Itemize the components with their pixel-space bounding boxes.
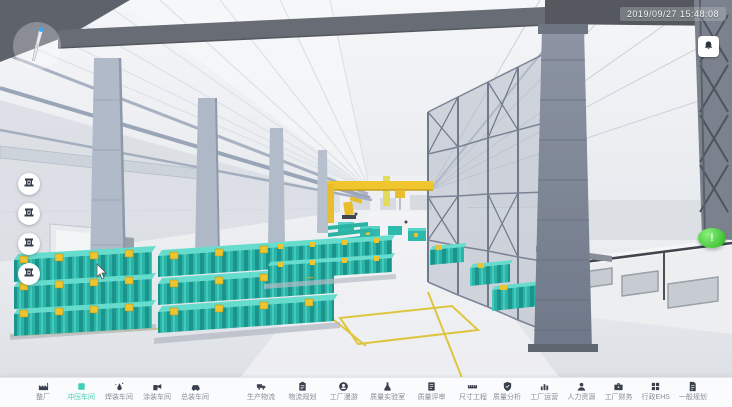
tab-quality-analysis[interactable]: 质量分析 bbox=[492, 381, 522, 402]
press-station-button-2[interactable] bbox=[18, 203, 40, 225]
tab-label: 生产物流 bbox=[247, 393, 275, 402]
tab-label: 工厂运营 bbox=[530, 393, 558, 402]
tab-whole-plant[interactable]: 整厂 bbox=[28, 381, 58, 402]
tab-painting-workshop[interactable]: 涂装车间 bbox=[142, 381, 172, 402]
roam-person-icon bbox=[338, 381, 349, 392]
alert-label: ! bbox=[710, 232, 714, 244]
press-station-button-4[interactable] bbox=[18, 263, 40, 285]
tab-label: 整厂 bbox=[36, 393, 50, 402]
tab-label: 冲压车间 bbox=[67, 393, 95, 402]
tab-factory-finance[interactable]: 工厂财务 bbox=[604, 381, 634, 402]
tab-label: 总装车间 bbox=[181, 393, 209, 402]
tab-label: 质量实验室 bbox=[370, 393, 405, 402]
tab-admin-ehs[interactable]: 行政EHS bbox=[641, 381, 671, 402]
ruler-icon bbox=[467, 381, 478, 392]
tab-label: 质量分析 bbox=[493, 393, 521, 402]
document-icon bbox=[687, 381, 698, 392]
tab-welding-workshop[interactable]: 焊装车间 bbox=[104, 381, 134, 402]
tab-label: 尺寸工程 bbox=[459, 393, 487, 402]
tab-label: 涂装车间 bbox=[143, 393, 171, 402]
stamping-workshop-icon bbox=[76, 381, 87, 392]
flask-icon bbox=[382, 381, 393, 392]
press-station-button-1[interactable] bbox=[18, 173, 40, 195]
compass-widget[interactable] bbox=[12, 21, 62, 71]
briefcase-icon bbox=[613, 381, 624, 392]
app-window: 2019/09/27 15:48:08 ! 整厂 冲压车 bbox=[0, 0, 732, 407]
tab-label: 行政EHS bbox=[642, 393, 670, 402]
press-machine-icon bbox=[23, 237, 35, 252]
assembly-workshop-icon bbox=[190, 381, 201, 392]
press-machine-icon bbox=[23, 177, 35, 192]
tab-production-logistics[interactable]: 生产物流 bbox=[246, 381, 276, 402]
shield-icon bbox=[502, 381, 513, 392]
tab-quality-review[interactable]: 质量评审 bbox=[417, 381, 447, 402]
grid-icon bbox=[650, 381, 661, 392]
tab-label: 物流规划 bbox=[288, 393, 316, 402]
clipboard-icon bbox=[297, 381, 308, 392]
welding-workshop-icon bbox=[114, 381, 125, 392]
tab-dimension-engineering[interactable]: 尺寸工程 bbox=[458, 381, 488, 402]
press-machine-icon bbox=[23, 267, 35, 282]
tab-label: 一般规划 bbox=[679, 393, 707, 402]
document-review-icon bbox=[426, 381, 437, 392]
press-station-button-3[interactable] bbox=[18, 233, 40, 255]
tab-stamping-workshop[interactable]: 冲压车间 bbox=[66, 381, 96, 402]
bottom-toolbar: 整厂 冲压车间 焊装车间 涂装车间 总装车间 生产物流 bbox=[0, 377, 732, 407]
notification-button[interactable] bbox=[698, 36, 719, 57]
painting-workshop-icon bbox=[152, 381, 163, 392]
bar-chart-icon bbox=[539, 381, 550, 392]
press-machine-icon bbox=[23, 207, 35, 222]
tab-assembly-workshop[interactable]: 总装车间 bbox=[180, 381, 210, 402]
tab-logistics-planning[interactable]: 物流规划 bbox=[287, 381, 317, 402]
tab-general-planning[interactable]: 一般规划 bbox=[678, 381, 708, 402]
bell-icon bbox=[703, 39, 714, 54]
tab-label: 工厂财务 bbox=[605, 393, 633, 402]
person-icon bbox=[576, 381, 587, 392]
factory-3d-scene[interactable] bbox=[0, 0, 732, 378]
alert-marker[interactable]: ! bbox=[698, 228, 726, 248]
tab-label: 人力资源 bbox=[567, 393, 595, 402]
factory-icon bbox=[38, 381, 49, 392]
tab-label: 质量评审 bbox=[418, 393, 446, 402]
tab-quality-lab[interactable]: 质量实验室 bbox=[370, 381, 405, 402]
tab-label: 工厂漫游 bbox=[330, 393, 358, 402]
tab-factory-roam[interactable]: 工厂漫游 bbox=[329, 381, 359, 402]
tab-factory-operation[interactable]: 工厂运营 bbox=[529, 381, 559, 402]
truck-icon bbox=[256, 381, 267, 392]
tab-label: 焊装车间 bbox=[105, 393, 133, 402]
clock-label: 2019/09/27 15:48:08 bbox=[620, 7, 726, 21]
tab-human-resources[interactable]: 人力资源 bbox=[566, 381, 596, 402]
